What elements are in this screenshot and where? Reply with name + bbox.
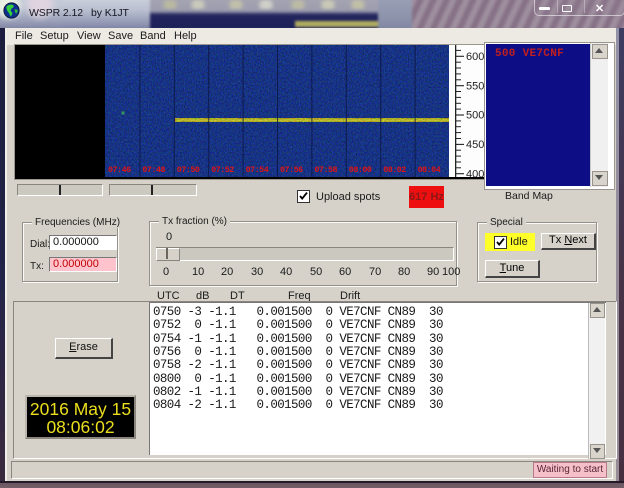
svg-text:600: 600: [466, 51, 484, 63]
svg-text:08:02: 08:02: [383, 165, 406, 175]
svg-text:550: 550: [466, 80, 484, 92]
svg-text:08:04: 08:04: [418, 165, 441, 175]
svg-text:07:52: 07:52: [211, 165, 234, 175]
svg-text:07:48: 07:48: [142, 165, 165, 175]
svg-text:450: 450: [466, 139, 484, 151]
svg-text:07:54: 07:54: [246, 165, 269, 175]
svg-text:07:58: 07:58: [314, 165, 337, 175]
svg-text:07:46: 07:46: [108, 165, 131, 175]
svg-text:500: 500: [466, 110, 484, 122]
svg-text:08:00: 08:00: [349, 165, 372, 175]
svg-text:07:56: 07:56: [280, 165, 303, 175]
svg-text:400: 400: [466, 168, 484, 177]
svg-text:07:50: 07:50: [177, 165, 200, 175]
